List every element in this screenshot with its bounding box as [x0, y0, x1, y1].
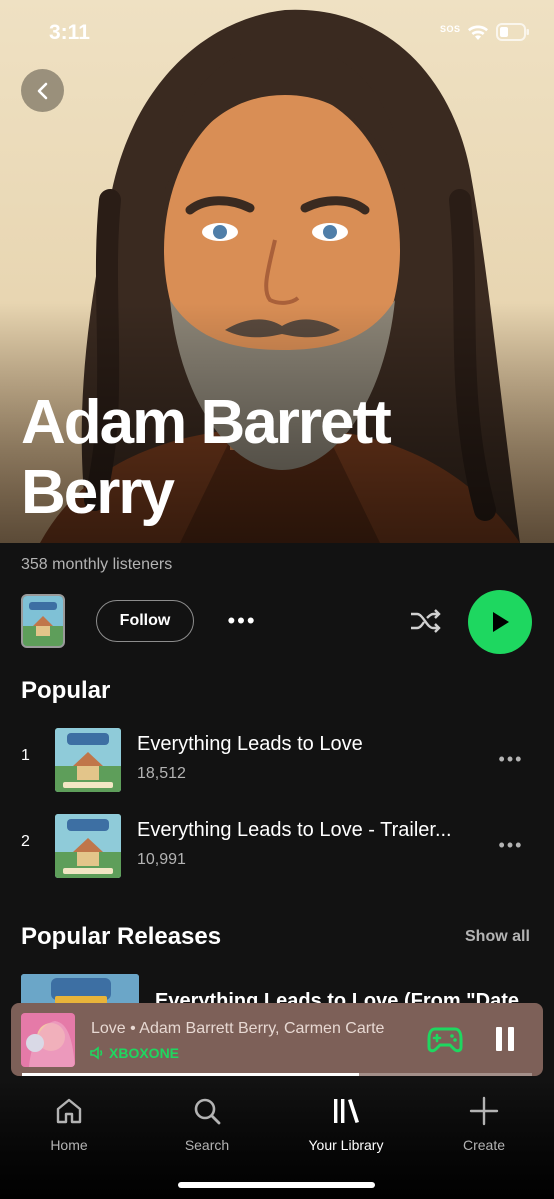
track-more-button[interactable]: •••	[494, 747, 528, 771]
monthly-listeners: 358 monthly listeners	[21, 556, 173, 573]
pause-button[interactable]	[487, 1021, 523, 1057]
wifi-icon	[468, 25, 488, 40]
track-row[interactable]: 1 Everything Leads to Love 18,512 •••	[0, 725, 554, 795]
tab-create[interactable]: Create	[429, 1094, 539, 1164]
track-more-button[interactable]: •••	[494, 833, 528, 857]
library-icon	[334, 1099, 359, 1123]
now-playing-title: Love • Adam Barrett Berry, Carmen Carte	[91, 1020, 385, 1037]
playback-progress-fill	[22, 1073, 359, 1076]
track-play-count: 10,991	[137, 851, 186, 868]
track-row[interactable]: 2 Everything Leads to Love - Trailer... …	[0, 811, 554, 881]
play-button[interactable]	[468, 590, 532, 654]
track-artwork	[55, 728, 121, 792]
speaker-icon	[90, 1046, 103, 1060]
artist-name-line-2: Berry	[21, 458, 175, 527]
artist-controls: Follow •••	[0, 590, 554, 654]
more-options-button[interactable]: •••	[224, 604, 260, 638]
track-play-count: 18,512	[137, 765, 186, 782]
track-artwork	[55, 814, 121, 878]
tab-your-library[interactable]: Your Library	[291, 1094, 401, 1164]
now-playing-bar[interactable]: Love • Adam Barrett Berry, Carmen Carte …	[11, 1003, 543, 1076]
status-bar: 3:11 SOS	[0, 0, 554, 60]
tab-label: Your Library	[308, 1137, 384, 1153]
game-controller-icon[interactable]	[427, 1023, 463, 1055]
back-button[interactable]	[21, 69, 64, 112]
track-title: Everything Leads to Love - Trailer...	[137, 819, 452, 841]
home-icon	[56, 1098, 82, 1124]
device-name: XBOXONE	[109, 1045, 180, 1061]
track-title: Everything Leads to Love	[137, 733, 363, 755]
show-all-link[interactable]: Show all	[465, 928, 530, 946]
tab-search[interactable]: Search	[152, 1094, 262, 1164]
artist-cover-thumbnail[interactable]	[21, 594, 65, 648]
tab-home[interactable]: Home	[14, 1094, 124, 1164]
cover-art-image	[23, 596, 63, 646]
popular-heading: Popular	[21, 677, 111, 704]
connected-device[interactable]: XBOXONE	[89, 1045, 179, 1061]
tab-label: Search	[184, 1137, 230, 1153]
battery-icon	[496, 23, 529, 41]
track-number: 2	[21, 833, 30, 850]
home-indicator	[178, 1182, 375, 1188]
status-carrier: SOS	[440, 24, 461, 34]
pause-icon	[508, 1027, 514, 1051]
artist-name-line-1: Adam Barrett	[21, 388, 392, 457]
track-number: 1	[21, 747, 30, 764]
now-playing-artwork	[21, 1013, 75, 1067]
pause-icon	[496, 1027, 502, 1051]
chevron-left-icon	[37, 82, 47, 99]
playback-progress	[22, 1073, 532, 1076]
play-icon	[493, 612, 509, 632]
shuffle-icon	[411, 609, 441, 633]
follow-button[interactable]: Follow	[96, 600, 194, 642]
status-time: 3:11	[49, 21, 90, 44]
search-icon	[194, 1098, 221, 1125]
popular-releases-heading: Popular Releases	[21, 923, 222, 950]
shuffle-button[interactable]	[406, 604, 444, 638]
plus-icon	[469, 1096, 499, 1126]
artist-name: Adam Barrett Berry	[21, 388, 521, 528]
tab-label: Home	[50, 1137, 88, 1153]
tab-label: Create	[462, 1137, 506, 1153]
